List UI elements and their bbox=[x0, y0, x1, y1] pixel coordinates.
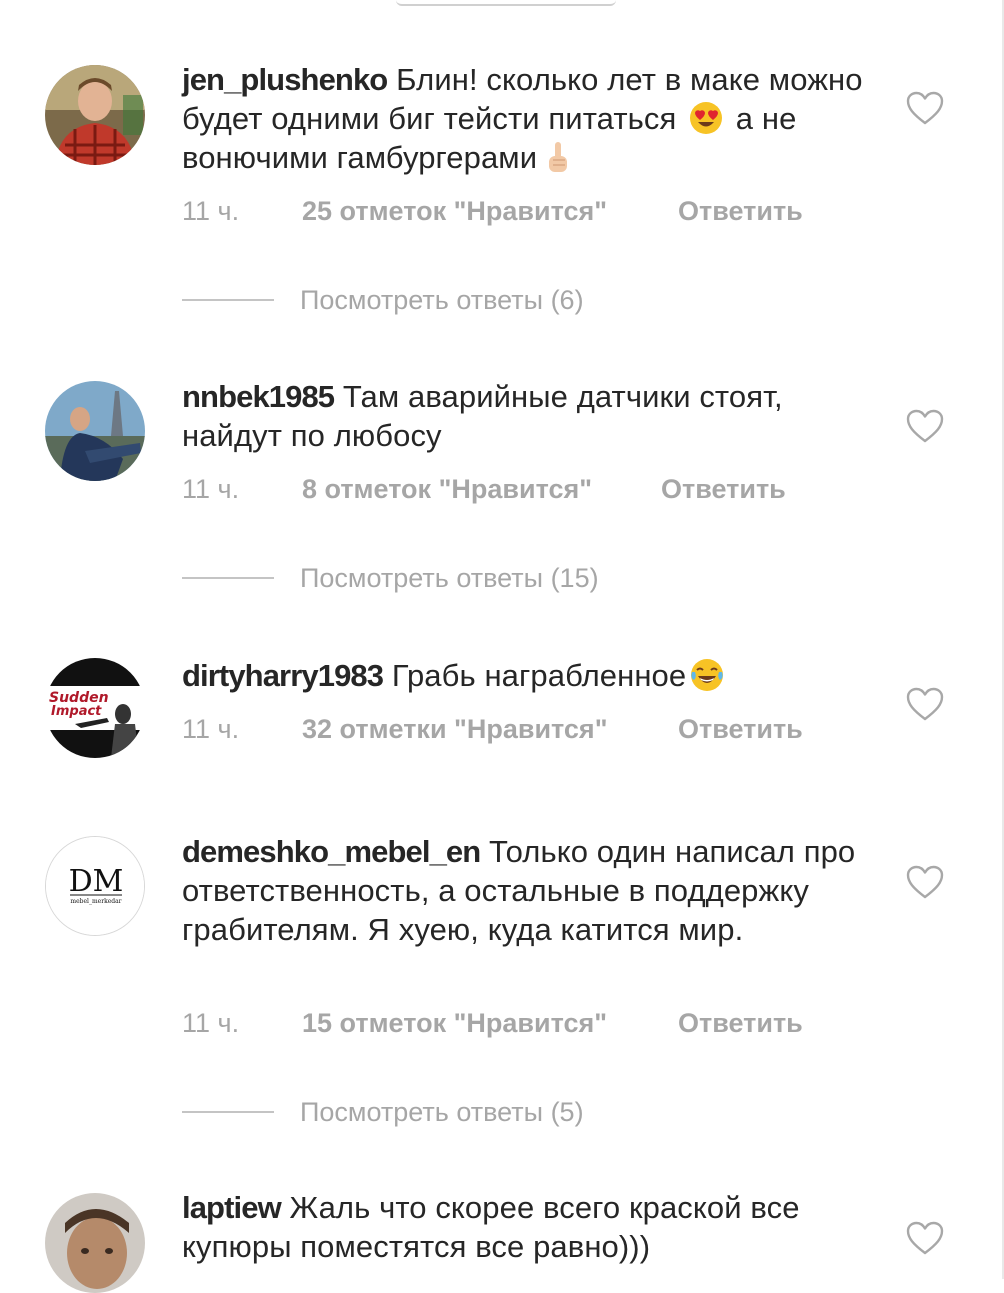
replies-divider bbox=[182, 1111, 274, 1113]
comment-text: laptiew Жаль что скорее всего краской вс… bbox=[182, 1188, 872, 1266]
likes-count[interactable]: 25 отметок "Нравится" bbox=[302, 196, 678, 227]
comment-text: nnbek1985 Там аварийные датчики стоят, н… bbox=[182, 377, 872, 455]
like-heart-icon[interactable] bbox=[905, 1220, 945, 1256]
like-heart-icon[interactable] bbox=[905, 90, 945, 126]
like-heart-icon[interactable] bbox=[905, 864, 945, 900]
index-pointing-up-icon bbox=[541, 140, 575, 174]
avatar-text: Impact bbox=[51, 704, 102, 719]
comment-text-part: Грабь награбленное bbox=[391, 658, 687, 693]
comment-text: dirtyharry1983 Грабь награбленное bbox=[182, 656, 872, 695]
avatar[interactable] bbox=[45, 381, 145, 481]
avatar[interactable] bbox=[45, 1193, 145, 1293]
avatar[interactable]: DM mebel_merkedar bbox=[45, 836, 145, 936]
avatar-text: mebel_merkedar bbox=[70, 898, 121, 905]
view-replies-label: Посмотреть ответы (5) bbox=[300, 1097, 584, 1127]
avatar-text: DM bbox=[69, 864, 124, 899]
tears-of-joy-emoji-icon bbox=[690, 658, 724, 692]
replies-divider bbox=[182, 299, 274, 301]
comment-text: jen_plushenko Блин! сколько лет в маке м… bbox=[182, 60, 872, 177]
reply-button[interactable]: Ответить bbox=[661, 474, 786, 505]
reply-button[interactable]: Ответить bbox=[678, 196, 803, 227]
comment-text: demeshko_mebel_en Только один написал пр… bbox=[182, 832, 872, 949]
view-replies-button[interactable]: Посмотреть ответы (6) bbox=[182, 285, 584, 315]
view-replies-button[interactable]: Посмотреть ответы (5) bbox=[182, 1097, 584, 1127]
like-heart-icon[interactable] bbox=[905, 408, 945, 444]
like-heart-icon[interactable] bbox=[905, 686, 945, 722]
timestamp: 11 ч. bbox=[182, 714, 240, 744]
view-replies-button[interactable]: Посмотреть ответы (15) bbox=[182, 563, 599, 593]
previous-content-edge bbox=[0, 0, 1004, 6]
username[interactable]: laptiew bbox=[182, 1190, 282, 1225]
avatar[interactable]: Sudden Impact bbox=[45, 658, 145, 758]
view-replies-label: Посмотреть ответы (15) bbox=[300, 563, 599, 593]
comment-meta: 11 ч. 32 отметки "Нравится" Ответить bbox=[182, 714, 803, 745]
comment-meta: 11 ч. 15 отметок "Нравится" Ответить bbox=[182, 1008, 803, 1039]
username[interactable]: nnbek1985 bbox=[182, 379, 335, 414]
replies-divider bbox=[182, 577, 274, 579]
username[interactable]: jen_plushenko bbox=[182, 62, 388, 97]
username[interactable]: demeshko_mebel_en bbox=[182, 834, 481, 869]
view-replies-label: Посмотреть ответы (6) bbox=[300, 285, 584, 315]
timestamp: 11 ч. bbox=[182, 474, 240, 504]
comment-meta: 11 ч. 8 отметок "Нравится" Ответить bbox=[182, 474, 786, 505]
comment-meta: 11 ч. 25 отметок "Нравится" Ответить bbox=[182, 196, 803, 227]
likes-count[interactable]: 15 отметок "Нравится" bbox=[302, 1008, 678, 1039]
avatar[interactable] bbox=[45, 65, 145, 165]
timestamp: 11 ч. bbox=[182, 1008, 240, 1038]
reply-button[interactable]: Ответить bbox=[678, 1008, 803, 1039]
reply-button[interactable]: Ответить bbox=[678, 714, 803, 745]
username[interactable]: dirtyharry1983 bbox=[182, 658, 384, 693]
timestamp: 11 ч. bbox=[182, 196, 240, 226]
heart-eyes-emoji-icon bbox=[689, 101, 723, 135]
likes-count[interactable]: 32 отметки "Нравится" bbox=[302, 714, 678, 745]
likes-count[interactable]: 8 отметок "Нравится" bbox=[302, 474, 661, 505]
